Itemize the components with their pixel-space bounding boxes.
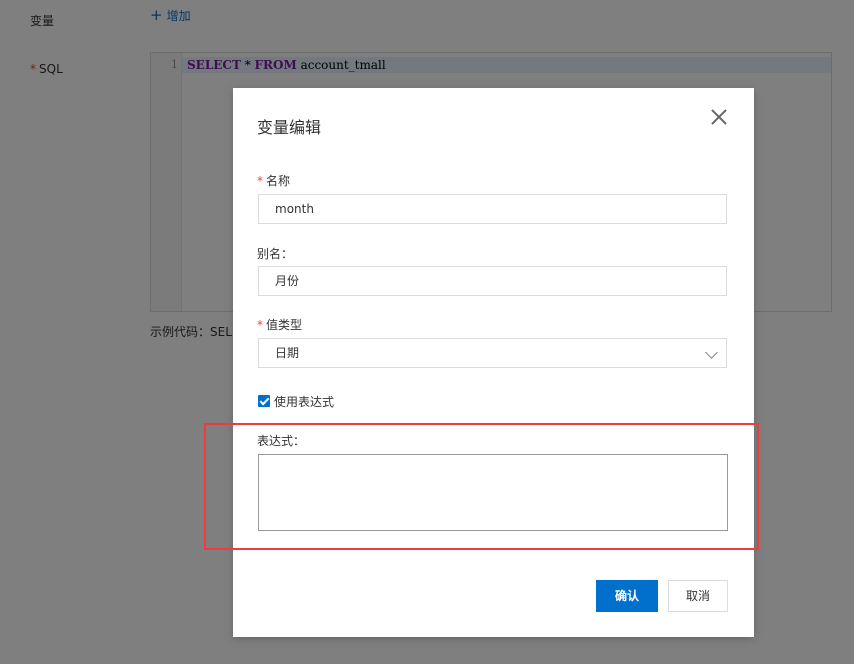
confirm-button[interactable]: 确认	[596, 580, 658, 612]
alias-label: 别名：	[257, 247, 294, 261]
alias-input[interactable]: 月份	[258, 266, 727, 296]
name-label-text: 名称	[266, 174, 291, 188]
required-mark: *	[257, 174, 263, 188]
value-type-selected: 日期	[275, 346, 300, 360]
dialog-title: 变量编辑	[257, 118, 322, 137]
required-mark: *	[257, 318, 263, 332]
variable-edit-dialog: 变量编辑 * 名称 month 别名： 月份 * 值类型 日期 使用表达式 表达式：…	[233, 88, 754, 637]
highlight-box	[204, 423, 759, 550]
close-icon[interactable]	[708, 106, 730, 128]
cancel-button[interactable]: 取消	[668, 580, 728, 612]
name-input[interactable]: month	[258, 194, 727, 224]
use-expression-label[interactable]: 使用表达式	[274, 393, 334, 410]
value-type-label: * 值类型	[257, 316, 302, 333]
value-type-label-text: 值类型	[266, 318, 303, 332]
chevron-down-icon	[705, 346, 718, 359]
value-type-select[interactable]: 日期	[258, 338, 727, 368]
use-expression-checkbox[interactable]	[258, 395, 270, 407]
name-label: * 名称	[257, 172, 290, 189]
